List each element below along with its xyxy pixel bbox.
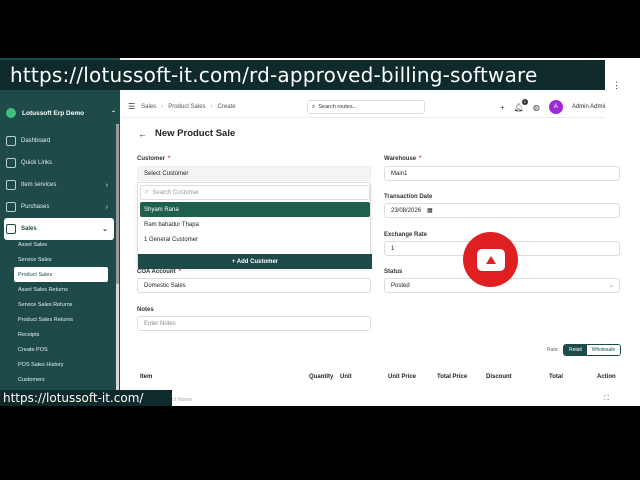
chevron-down-icon: ⌄: [102, 226, 108, 233]
coa-account-field[interactable]: Domestic Sales: [137, 278, 371, 293]
sub-item-asset-sales-returns[interactable]: Asset Sales Returns: [14, 282, 108, 297]
col-unit: Unit: [340, 374, 352, 380]
url-banner: https://lotussoft-it.com/rd-approved-bil…: [0, 60, 605, 90]
dashboard-icon: [6, 136, 16, 146]
col-discount: Discount: [486, 374, 512, 380]
customer-search-input[interactable]: ⌕ Search Customer: [140, 185, 370, 200]
box-icon: [6, 180, 16, 190]
sub-item-pos-sales-history[interactable]: POS Sales History: [14, 357, 108, 372]
page-title-text: New Product Sale: [155, 128, 236, 139]
col-action: Action: [597, 374, 616, 380]
transaction-date-label: Transaction Date: [384, 194, 433, 200]
expand-icon[interactable]: ⛶: [604, 395, 609, 403]
sub-item-create-pos[interactable]: Create POS: [14, 342, 108, 357]
add-customer-button[interactable]: + Add Customer: [138, 254, 372, 269]
more-options-icon[interactable]: ⋮: [612, 80, 621, 91]
sidebar-item-label: Item services: [21, 182, 57, 188]
col-quantity: Quantity: [309, 374, 334, 380]
sub-item-receipts[interactable]: Receipts: [14, 327, 108, 342]
customer-search-placeholder: Search Customer: [152, 189, 200, 196]
page-title: ← New Product Sale: [138, 128, 235, 139]
calendar-icon[interactable]: ▦: [427, 207, 433, 214]
right-panel-edge: [605, 58, 640, 118]
bottom-url: https://lotussoft-it.com/: [3, 391, 144, 405]
customer-label: Customer *: [137, 156, 171, 162]
transaction-date-field[interactable]: 23/08/2026 ▦: [384, 203, 620, 218]
customer-label-text: Customer: [137, 156, 166, 162]
sidebar-item-purchases[interactable]: Purchases ›: [4, 196, 114, 218]
bottom-url-overlay: https://lotussoft-it.com/: [0, 390, 172, 406]
rate-wholesale-button[interactable]: Wholesale: [586, 345, 621, 355]
customer-option[interactable]: 1 General Customer: [140, 232, 370, 247]
sidebar-item-dashboard[interactable]: Dashboard: [4, 130, 114, 152]
chevron-right-icon: ›: [105, 181, 108, 189]
warehouse-label-text: Warehouse: [384, 156, 417, 162]
video-play-button[interactable]: [463, 232, 518, 287]
rate-toggle: Rate: Retail Wholesale: [547, 344, 622, 356]
col-total: Total: [549, 374, 563, 380]
sub-item-customers[interactable]: Customers: [14, 372, 108, 387]
status-value: Posted: [391, 282, 410, 289]
switch-chevron-icon: ⌃: [110, 110, 116, 117]
rate-segment: Retail Wholesale: [562, 344, 622, 356]
sub-item-asset-sales[interactable]: Asset Sales: [14, 237, 108, 252]
warehouse-field[interactable]: Main1: [384, 166, 620, 181]
customer-option[interactable]: Shyam Rana: [140, 202, 370, 217]
sub-item-service-sales[interactable]: Service Sales: [14, 252, 108, 267]
col-unit-price: Unit Price: [388, 374, 417, 380]
cart-icon: [6, 202, 16, 212]
chevron-right-icon: ›: [105, 203, 108, 211]
sub-item-product-sales-returns[interactable]: Product Sales Returns: [14, 312, 108, 327]
sidebar-item-quick-links[interactable]: Quick Links: [4, 152, 114, 174]
exchange-rate-label: Exchange Rate: [384, 232, 428, 238]
brand[interactable]: Lotussoft Erp Demo ⌃: [6, 104, 116, 122]
sidebar-item-label: Sales: [21, 226, 37, 232]
link-icon: [6, 158, 16, 168]
lotus-logo-icon: [6, 108, 16, 118]
sidebar-scroll-thumb[interactable]: [116, 124, 119, 284]
customer-option[interactable]: Ram bahadur Thapa: [140, 217, 370, 232]
sub-item-product-sales[interactable]: Product Sales: [14, 267, 108, 282]
notes-input[interactable]: Enter Notes: [137, 316, 371, 331]
sidebar-item-label: Dashboard: [21, 138, 51, 144]
transaction-date-value: 23/08/2026: [391, 207, 422, 214]
col-total-price: Total Price: [437, 374, 468, 380]
sales-submenu: Asset Sales Service Sales Product Sales …: [14, 237, 108, 387]
banner-url: https://lotussoft-it.com/rd-approved-bil…: [10, 63, 538, 87]
warehouse-label: Warehouse *: [384, 156, 422, 162]
sales-icon: [6, 224, 16, 234]
item-name-input[interactable]: ct Name: [172, 397, 192, 403]
sidebar-item-label: Quick Links: [21, 160, 53, 166]
col-item: Item: [140, 374, 153, 380]
sidebar-nav: Dashboard Quick Links Item services › Pu…: [4, 130, 114, 240]
back-arrow-icon[interactable]: ←: [138, 129, 147, 139]
chevron-down-icon: ⌄: [608, 283, 614, 289]
status-label: Status: [384, 269, 403, 275]
search-icon: ⌕: [145, 189, 149, 195]
notes-label: Notes: [137, 307, 154, 313]
rate-label: Rate:: [547, 347, 559, 353]
customer-select[interactable]: Select Customer: [137, 166, 371, 181]
coa-label-text: COA Account: [137, 269, 176, 275]
brand-name: Lotussoft Erp Demo: [22, 109, 85, 117]
sub-item-service-sales-returns[interactable]: Service Sales Returns: [14, 297, 108, 312]
customer-dropdown: ⌕ Search Customer Shyam Rana Ram bahadur…: [137, 182, 372, 269]
play-icon: [476, 248, 505, 271]
sidebar-item-label: Purchases: [21, 204, 50, 210]
rate-retail-button[interactable]: Retail: [563, 345, 587, 355]
items-table-header: Item Quantity Unit Unit Price Total Pric…: [134, 374, 634, 384]
sidebar-item-item-services[interactable]: Item services ›: [4, 174, 114, 196]
coa-account-label: COA Account *: [137, 269, 181, 275]
